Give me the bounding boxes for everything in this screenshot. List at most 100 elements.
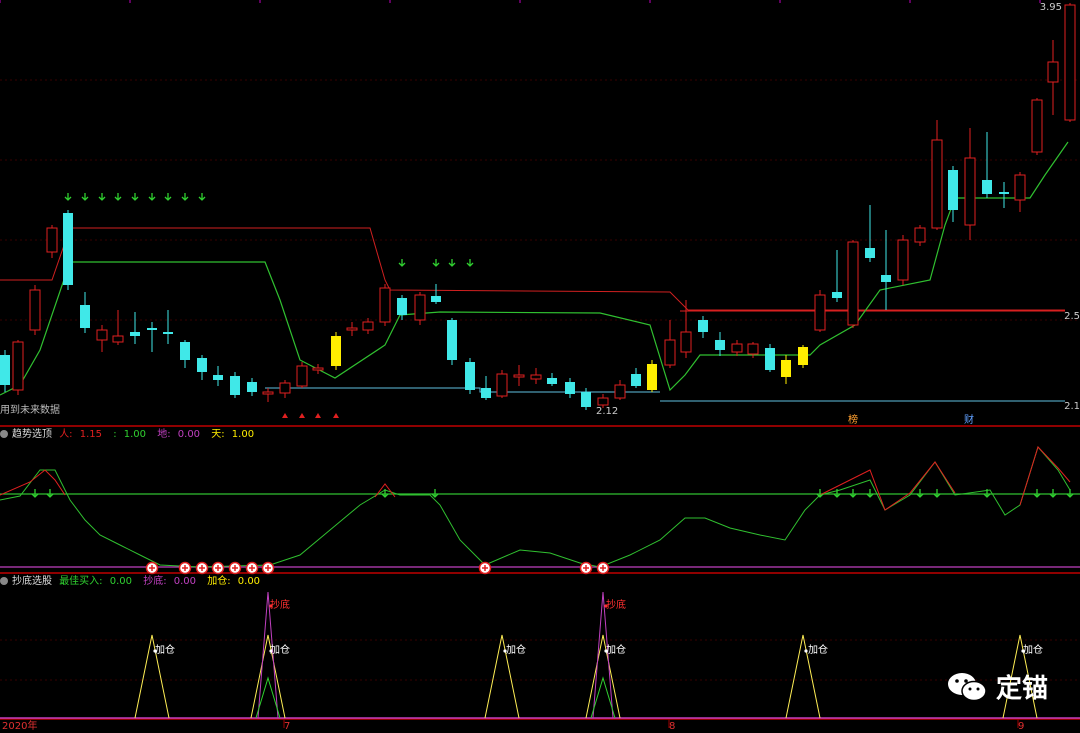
candle-body [931,139,943,229]
candle-body [798,347,808,365]
watermark: 定锚 [946,668,1048,705]
peak-label-add: 加仓 [808,645,828,656]
panel2-ren: 人: 1.15 [59,429,103,440]
down-arrow-icon [432,259,440,267]
candle-body [247,382,257,392]
candle-body [213,375,223,380]
candle-body [832,292,842,298]
x-axis-month-7: 7 [284,721,291,732]
trend-red-line [0,469,66,496]
candle-body [63,213,73,285]
down-arrow-icon [64,193,72,201]
candle-body [814,294,826,331]
candle-body [664,339,676,366]
tag-cai: 财 [964,415,974,426]
candle-body [631,374,641,386]
panel2-tian: 天: 1.00 [211,429,255,440]
panel2-title: 趋势选顶 [12,429,52,440]
chart-canvas[interactable] [0,0,1080,733]
gear-icon[interactable] [0,577,8,585]
low-mark-label: 2.12 [596,406,619,417]
candle-body [296,365,308,387]
watermark-text: 定锚 [995,674,1048,704]
candle-body [547,378,557,384]
down-arrow-icon [448,259,456,267]
candle-body [847,241,859,326]
down-arrow-icon [431,489,439,498]
down-arrow-icon [1033,489,1041,498]
candle-body [12,341,24,391]
x-axis-year: 2020年 [2,721,38,732]
down-arrow-icon [31,489,39,498]
tag-bang: 榜 [848,415,858,426]
panel3-add: 加仓: 0.00 [207,576,261,587]
candle-body [362,321,374,331]
down-arrow-icon [816,489,824,498]
peak-label-add: 加仓 [506,645,526,656]
candle-body [964,157,976,226]
candle-body [747,343,759,355]
candle-body [346,327,358,331]
price-mid-label: 2.5 [1064,311,1080,322]
candle-body [731,343,743,353]
candle-body [565,382,575,394]
candle-body [431,296,441,302]
x-axis-month-9: 9 [1018,721,1025,732]
candle-body [46,227,58,253]
panel2-di: 地: 0.00 [157,429,201,440]
up-triangle-icon [315,413,321,418]
candle-body [914,227,926,243]
wechat-icon [947,672,987,701]
candle-body [230,376,240,395]
candle-body [80,305,90,328]
candle-body [465,362,475,390]
panel3-header: 抄底选股 最佳买入: 0.00 抄底: 0.00 加仓: 0.00 [0,576,268,588]
candle-body [163,332,173,334]
candle-body [496,373,508,397]
down-arrow-icon [81,193,89,201]
candle-body [130,332,140,336]
candle-body [331,336,341,366]
down-arrow-icon [164,193,172,201]
peak-label-add: 加仓 [155,645,175,656]
future-data-notice: 用到未来数据 [0,405,60,416]
candle-body [1064,4,1076,121]
candle-body [530,374,542,380]
peak-label-bottom: 抄底 [606,600,626,611]
candle-body [581,392,591,407]
candle-body [112,335,124,343]
panel3-best-buy: 最佳买入: 0.00 [59,576,133,587]
candle-body [781,360,791,377]
candle-body [379,287,391,323]
x-axis-month-8: 8 [669,721,676,732]
down-arrow-icon [46,489,54,498]
candle-body [180,342,190,360]
peak-label-add: 加仓 [270,645,290,656]
down-arrow-icon [114,193,122,201]
peak-label-bottom: 抄底 [270,600,290,611]
down-arrow-icon [131,193,139,201]
up-triangle-icon [282,413,288,418]
candle-body [513,374,525,378]
down-arrow-icon [198,193,206,201]
candle-body [279,382,291,394]
panel2-header: 趋势选顶 人: 1.15 : 1.00 地: 0.00 天: 1.00 [0,429,262,441]
candle-body [999,192,1009,194]
candle-body [96,329,108,341]
candle-body [312,367,324,371]
down-arrow-icon [148,193,156,201]
candle-body [698,320,708,332]
trend-green-line [0,445,1071,568]
candle-body [1031,99,1043,153]
candle-body [647,364,657,390]
candle-body [481,388,491,398]
candle-body [1014,174,1026,201]
candle-body [0,355,10,385]
gear-icon[interactable] [0,430,8,438]
candle-body [765,348,775,370]
up-triangle-icon [333,413,339,418]
candle-body [597,397,609,406]
support-line [265,387,660,393]
candle-body [414,294,426,321]
down-arrow-icon [398,259,406,267]
